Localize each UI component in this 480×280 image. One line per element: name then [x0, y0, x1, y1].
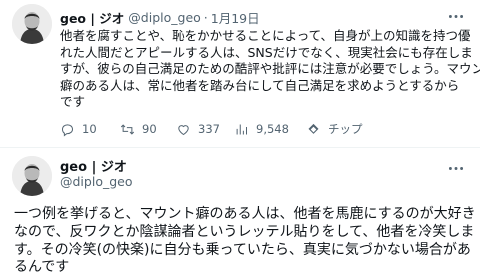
- tweet-1[interactable]: geo | ジオ @diplo_geo · 1月19日 他者を腐すことや、恥をか…: [0, 0, 480, 148]
- action-bar: 10 90 337 9,548 チップ: [60, 120, 465, 138]
- tweet-text-line: 癖のある人は、常に他者を踏み台にして自己満足を求めようとするから: [60, 77, 460, 93]
- tweet-text-line: すが、彼らの自己満足のための酷評や批評には注意が必要でしょう。マウント: [60, 61, 480, 77]
- display-name[interactable]: geo | ジオ: [60, 156, 127, 175]
- tweet-text-line: れた人間だとアピールする人は、SNSだけでなく、現実社会にも存在しま: [60, 44, 473, 60]
- view-count: 9,548: [256, 122, 289, 136]
- tip-icon: [308, 123, 319, 134]
- retweet-button[interactable]: 90: [120, 120, 157, 138]
- views-icon: [236, 124, 247, 134]
- like-button[interactable]: 337: [176, 120, 220, 138]
- views-button[interactable]: 9,548: [234, 120, 289, 138]
- tweet-header: geo | ジオ @diplo_geo · 1月19日: [60, 8, 260, 26]
- tweet-text-line: です: [60, 94, 86, 110]
- tweet-text-line: す。その冷笑(の快楽)に自分も乗っていたら、真実に気づかない場合があ: [14, 241, 471, 258]
- reply-count: 10: [82, 122, 97, 136]
- more-icon[interactable]: [446, 158, 466, 178]
- tweet-text-line: なので、反ワクとか陰謀論者というレッテル貼りをして、他者を冷笑しま: [14, 223, 475, 240]
- more-icon[interactable]: [446, 6, 466, 26]
- tweet-text: 一つ例を挙げると、マウント癖のある人は、他者を馬鹿にするのが大好き なので、反ワ…: [14, 206, 476, 277]
- avatar[interactable]: [12, 4, 52, 44]
- tweet-text: 他者を腐すことや、恥をかかせることによって、自身が上の知識を持つ優 れた人間だと…: [60, 28, 480, 111]
- like-icon: [178, 124, 189, 135]
- tip-button[interactable]: チップ: [306, 120, 363, 138]
- separator-dot: ·: [203, 9, 208, 25]
- tweet-text-line: 一つ例を挙げると、マウント癖のある人は、他者を馬鹿にするのが大好き: [14, 206, 476, 222]
- reply-button[interactable]: 10: [60, 120, 97, 138]
- display-name[interactable]: geo | ジオ: [60, 8, 124, 27]
- tip-label: チップ: [328, 122, 363, 136]
- tweet-text-line: 他者を腐すことや、恥をかかせることによって、自身が上の知識を持つ優: [60, 28, 471, 43]
- retweet-icon: [120, 123, 135, 135]
- tweet-text-line: るんです: [14, 259, 70, 276]
- avatar[interactable]: [12, 156, 52, 196]
- like-count: 337: [198, 122, 220, 136]
- retweet-count: 90: [142, 122, 157, 136]
- tweet-date[interactable]: 1月19日: [211, 8, 260, 27]
- user-handle[interactable]: @diplo_geo: [128, 10, 201, 25]
- user-handle[interactable]: @diplo_geo: [60, 174, 133, 189]
- reply-icon: [61, 123, 74, 136]
